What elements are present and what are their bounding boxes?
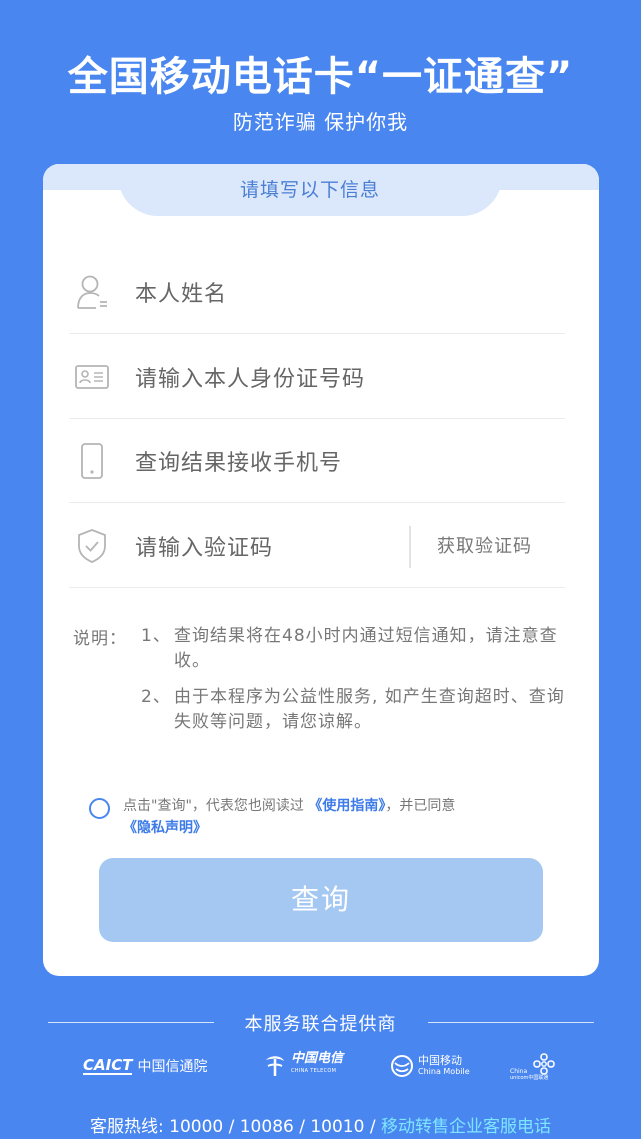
form-tab-title: 请填写以下信息 (239, 179, 380, 201)
caict-mark: CAICT (83, 1056, 133, 1075)
form-card: 请填写以下信息 本人姓名 请输入本人身份证号码 查询结果接收手机号 请输入验证码… (43, 164, 599, 976)
privacy-link[interactable]: 《隐私声明》 (123, 818, 207, 839)
china-telecom-mark: 中国电信 (291, 1051, 344, 1066)
china-unicom-text: unicom中国联通 (510, 1075, 549, 1081)
get-code-button[interactable]: 获取验证码 (437, 532, 532, 558)
providers-divider-right (428, 1022, 594, 1023)
customer-service-hotline: 客服热线: 10000 / 10086 / 10010 / 移动转售企业客服电话 (0, 1112, 641, 1137)
note-item-2: 2、 由于本程序为公益性服务, 如产生查询超时、查询失败等问题，请您谅解。 (141, 685, 577, 735)
shield-icon (71, 525, 113, 567)
note-item-1: 1、 查询结果将在48小时内通过短信通知，请注意查收。 (141, 624, 577, 674)
agreement-radio[interactable] (89, 798, 110, 819)
id-card-icon (71, 356, 113, 398)
china-telecom-icon (266, 1056, 284, 1076)
note-text-2: 由于本程序为公益性服务, 如产生查询超时、查询失败等问题，请您谅解。 (174, 687, 565, 732)
china-unicom-icon (533, 1053, 555, 1075)
phone-field[interactable]: 查询结果接收手机号 (69, 419, 565, 503)
id-number-placeholder: 请输入本人身份证号码 (135, 366, 366, 392)
page-title: 全国移动电话卡“一证通查” (67, 54, 574, 100)
phone-icon (71, 440, 113, 482)
china-mobile-icon (391, 1055, 413, 1077)
china-mobile-text: China Mobile (418, 1067, 470, 1076)
provider-logos: CAICT 中国信通院 中国电信 CHINA TELECOM 中国移动 Chin… (0, 1050, 641, 1090)
china-unicom-logo: China unicom中国联通 (510, 1052, 555, 1082)
name-placeholder: 本人姓名 (135, 281, 228, 307)
page-subtitle: 防范诈骗 保护你我 (232, 110, 409, 134)
agreement-prefix: 点击"查询"，代表您也阅读过 (123, 798, 304, 814)
person-icon (71, 271, 113, 313)
agreement-middle: ，并已同意 (385, 798, 456, 814)
china-mobile-mark: 中国移动 (418, 1054, 462, 1067)
hotline-numbers: 客服热线: 10000 / 10086 / 10010 / (90, 1117, 381, 1137)
note-text-1: 查询结果将在48小时内通过短信通知，请注意查收。 (174, 626, 558, 671)
reseller-hotline-link[interactable]: 移动转售企业客服电话 (381, 1117, 551, 1137)
guide-link[interactable]: 《使用指南》 (308, 798, 385, 814)
id-number-field[interactable]: 请输入本人身份证号码 (69, 335, 565, 419)
china-telecom-text: CHINA TELECOM (291, 1068, 337, 1074)
phone-placeholder: 查询结果接收手机号 (135, 450, 343, 476)
caict-text: 中国信通院 (137, 1059, 208, 1075)
providers-title: 本服务联合提供商 (244, 1014, 397, 1035)
notes-label: 说明： (73, 629, 127, 649)
agreement-text: 点击"查询"，代表您也阅读过 《使用指南》，并已同意 (123, 796, 579, 817)
caict-logo: CAICT 中国信通院 (83, 1056, 207, 1076)
query-button[interactable]: 查询 (99, 858, 543, 942)
agreement: 点击"查询"，代表您也阅读过 《使用指南》，并已同意 《隐私声明》 (89, 796, 579, 836)
name-field[interactable]: 本人姓名 (69, 250, 565, 334)
note-number-1: 1、 (141, 626, 171, 646)
verification-code-placeholder: 请输入验证码 (135, 535, 274, 561)
field-divider (409, 526, 411, 568)
china-mobile-logo: 中国移动 China Mobile (389, 1053, 470, 1079)
china-telecom-logo: 中国电信 CHINA TELECOM (262, 1052, 343, 1078)
note-number-2: 2、 (141, 687, 171, 707)
verification-code-field[interactable]: 请输入验证码 获取验证码 (69, 504, 565, 588)
